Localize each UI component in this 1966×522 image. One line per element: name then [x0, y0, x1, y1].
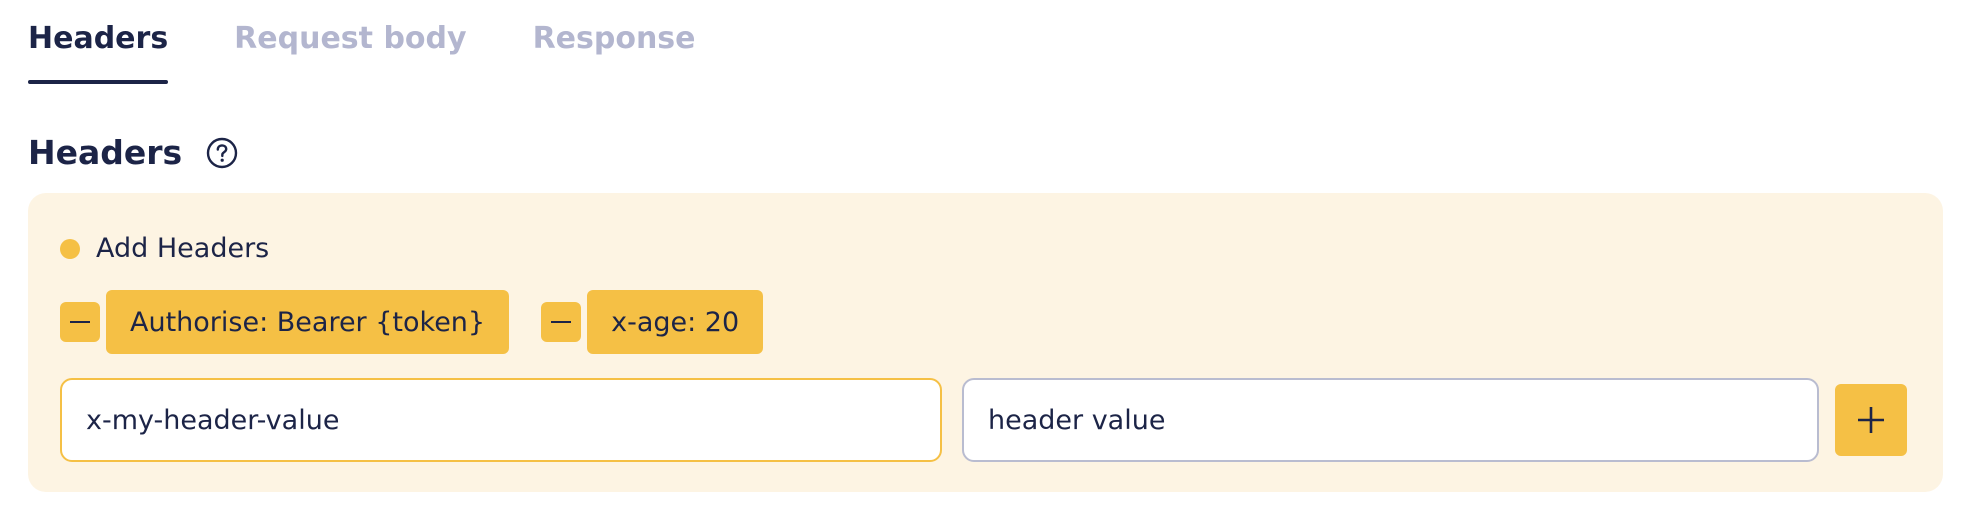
header-key-input[interactable] — [60, 378, 942, 462]
tab-bar: Headers Request body Response — [28, 0, 696, 86]
add-headers-label: Add Headers — [96, 233, 270, 264]
header-chip: x-age: 20 — [541, 290, 764, 354]
tab-request-body-label: Request body — [234, 20, 467, 56]
remove-header-button[interactable] — [541, 302, 582, 342]
new-header-row — [60, 378, 1907, 462]
remove-header-button[interactable] — [60, 302, 100, 342]
tab-response-label: Response — [532, 20, 696, 56]
header-chip-text: x-age: 20 — [587, 290, 764, 354]
add-headers-label-row: Add Headers — [60, 233, 269, 264]
plus-icon — [1858, 407, 1884, 433]
question-circle-icon[interactable] — [206, 137, 238, 169]
section-title: Headers — [28, 133, 183, 172]
section-header: Headers — [28, 133, 238, 172]
status-dot — [60, 238, 80, 259]
minus-icon — [70, 321, 90, 323]
tab-headers-label: Headers — [28, 20, 169, 56]
minus-icon — [551, 321, 572, 323]
headers-panel: Add Headers Authorise: Bearer {token} x-… — [28, 193, 1943, 492]
header-chip-text: Authorise: Bearer {token} — [106, 290, 510, 354]
tab-response[interactable]: Response — [533, 0, 696, 80]
add-header-button[interactable] — [1835, 384, 1907, 456]
header-chip: Authorise: Bearer {token} — [60, 290, 510, 354]
tab-headers[interactable]: Headers — [28, 0, 169, 84]
tab-request-body[interactable]: Request body — [234, 0, 466, 80]
header-chip-list: Authorise: Bearer {token} x-age: 20 — [60, 290, 764, 354]
header-value-input[interactable] — [962, 378, 1819, 462]
